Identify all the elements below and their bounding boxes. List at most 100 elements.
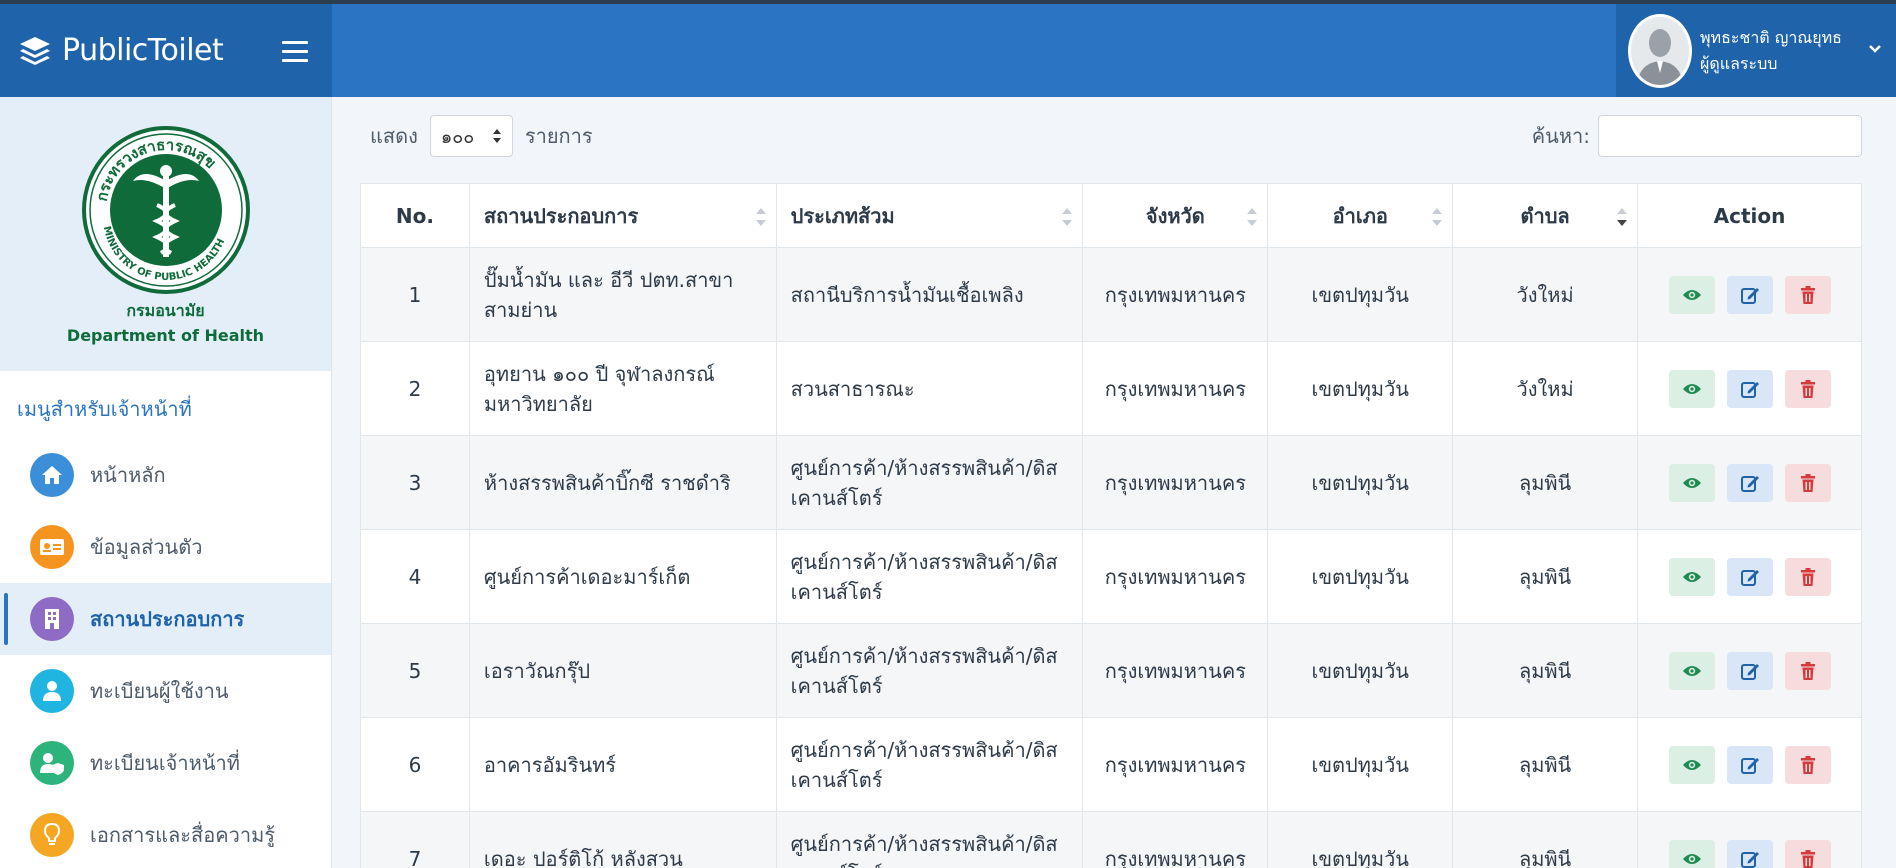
lightbulb-icon (30, 813, 74, 857)
column-header-subdistrict[interactable]: ตำบล (1452, 183, 1638, 248)
cell-subdistrict: ลุมพินี (1452, 717, 1638, 812)
view-button[interactable] (1668, 275, 1715, 314)
sidebar-item-home[interactable]: หน้าหลัก (0, 439, 331, 511)
trash-icon (1800, 473, 1815, 492)
edit-button[interactable] (1726, 463, 1773, 502)
cell-establishment: ห้างสรรพสินค้าบิ๊กซี ราชดำริ (468, 435, 777, 530)
cell-no: 5 (360, 623, 470, 718)
sidebar-item-label: ข้อมูลส่วนตัว (90, 535, 203, 559)
eye-icon (1682, 759, 1701, 770)
sidebar-item-label: ทะเบียนเจ้าหน้าที่ (90, 751, 240, 775)
cell-no: 3 (360, 435, 470, 530)
cell-actions (1637, 435, 1862, 530)
sort-icon (755, 208, 766, 226)
column-header-no[interactable]: No. (360, 183, 470, 248)
column-header-toilet-type[interactable]: ประเภทส้วม (775, 183, 1084, 248)
delete-button[interactable] (1784, 463, 1831, 502)
avatar (1628, 13, 1692, 88)
table-row: 7 เดอะ ปอร์ติโก้ หลังสวน ศูนย์การค้า/ห้า… (360, 811, 1862, 868)
edit-icon (1740, 663, 1759, 680)
establishments-table: No. สถานประกอบการ ประเภทส้วม จังหวัด อำเ… (360, 183, 1862, 868)
cell-district: เขตปทุมวัน (1267, 435, 1454, 530)
chevron-down-icon[interactable] (1868, 44, 1882, 54)
menu-toggle-icon[interactable] (282, 41, 308, 63)
cell-toilet-type: ศูนย์การค้า/ห้างสรรพสินค้า/ดิสเคานส์โตร์ (775, 811, 1084, 868)
cell-no: 4 (360, 529, 470, 624)
edit-button[interactable] (1726, 557, 1773, 596)
delete-button[interactable] (1784, 369, 1831, 408)
org-name-thai: กรมอนามัย (126, 301, 205, 320)
cell-province: กรุงเทพมหานคร (1082, 811, 1269, 868)
edit-button[interactable] (1726, 369, 1773, 408)
view-button[interactable] (1668, 651, 1715, 690)
sidebar-item-establishments[interactable]: สถานประกอบการ (0, 583, 331, 655)
column-header-district[interactable]: อำเภอ (1267, 183, 1454, 248)
cell-subdistrict: ลุมพินี (1452, 623, 1638, 718)
delete-button[interactable] (1784, 275, 1831, 314)
delete-button[interactable] (1784, 839, 1831, 868)
trash-icon (1800, 849, 1815, 868)
sidebar-item-staff[interactable]: ทะเบียนเจ้าหน้าที่ (0, 727, 331, 799)
table-row: 4 ศูนย์การค้าเดอะมาร์เก็ต ศูนย์การค้า/ห้… (360, 529, 1862, 624)
cell-toilet-type: ศูนย์การค้า/ห้างสรรพสินค้า/ดิสเคานส์โตร์ (775, 529, 1084, 624)
view-button[interactable] (1668, 369, 1715, 408)
sort-desc-icon (1617, 208, 1627, 226)
cell-district: เขตปทุมวัน (1267, 529, 1454, 624)
page-length-control: แสดง ๑๐๐ รายการ (370, 115, 593, 157)
sidebar-item-label: ทะเบียนผู้ใช้งาน (90, 679, 229, 703)
main-content: แสดง ๑๐๐ รายการ ค้นหา: No. สถานประกอบการ… (332, 97, 1896, 868)
sidebar-item-profile[interactable]: ข้อมูลส่วนตัว (0, 511, 331, 583)
view-button[interactable] (1668, 557, 1715, 596)
column-header-action: Action (1637, 183, 1862, 248)
view-button[interactable] (1668, 839, 1715, 868)
eye-icon (1682, 289, 1701, 300)
cell-province: กรุงเทพมหานคร (1082, 623, 1269, 718)
edit-button[interactable] (1726, 745, 1773, 784)
cell-no: 6 (360, 717, 470, 812)
search-control: ค้นหา: (1532, 115, 1862, 157)
user-avatar-icon (1631, 16, 1689, 85)
table-header-row: No. สถานประกอบการ ประเภทส้วม จังหวัด อำเ… (360, 183, 1862, 248)
sidebar-item-documents[interactable]: เอกสารและสื่อความรู้ (0, 799, 331, 868)
trash-icon (1800, 285, 1815, 304)
cell-province: กรุงเทพมหานคร (1082, 717, 1269, 812)
sort-icon (1062, 208, 1073, 226)
top-navbar: พุทธะชาติ ญาณยุทธ ผู้ดูแลระบบ (332, 4, 1896, 97)
view-button[interactable] (1668, 463, 1715, 502)
org-header: กระทรวงสาธารณสุข MINISTRY OF PUBLIC HEAL… (0, 97, 331, 371)
edit-button[interactable] (1726, 651, 1773, 690)
search-label: ค้นหา: (1531, 124, 1590, 148)
view-button[interactable] (1668, 745, 1715, 784)
edit-button[interactable] (1726, 839, 1773, 868)
cell-toilet-type: ศูนย์การค้า/ห้างสรรพสินค้า/ดิสเคานส์โตร์ (775, 435, 1084, 530)
eye-icon (1682, 383, 1701, 394)
home-icon (30, 453, 74, 497)
cell-establishment: เอราวัณกรุ๊ป (468, 623, 777, 718)
edit-button[interactable] (1726, 275, 1773, 314)
cell-subdistrict: วังใหม่ (1452, 341, 1638, 436)
cell-province: กรุงเทพมหานคร (1082, 435, 1269, 530)
cell-establishment: ปั๊มน้ำมัน และ อีวี ปตท.สาขาสามย่าน (468, 247, 777, 342)
user-menu[interactable]: พุทธะชาติ ญาณยุทธ ผู้ดูแลระบบ (1616, 4, 1896, 97)
search-input[interactable] (1598, 115, 1862, 157)
id-card-icon (30, 525, 74, 569)
table-row: 2 อุทยาน ๑๐๐ ปี จุฬาลงกรณ์มหาวิทยาลัย สว… (360, 341, 1862, 436)
sort-icon (1247, 208, 1258, 226)
table-row: 1 ปั๊มน้ำมัน และ อีวี ปตท.สาขาสามย่าน สถ… (360, 247, 1862, 342)
sidebar-item-label: สถานประกอบการ (90, 607, 245, 631)
sidebar-item-users[interactable]: ทะเบียนผู้ใช้งาน (0, 655, 331, 727)
brand-bar: PublicToilet (0, 4, 332, 97)
delete-button[interactable] (1784, 557, 1831, 596)
edit-icon (1740, 381, 1759, 398)
cell-toilet-type: สวนสาธารณะ (775, 341, 1084, 436)
cell-toilet-type: ศูนย์การค้า/ห้างสรรพสินค้า/ดิสเคานส์โตร์ (775, 623, 1084, 718)
delete-button[interactable] (1784, 745, 1831, 784)
user-name: พุทธะชาติ ญาณยุทธ (1700, 27, 1842, 47)
column-header-establishment[interactable]: สถานประกอบการ (468, 183, 777, 248)
cell-establishment: อาคารอัมรินทร์ (468, 717, 777, 812)
entries-label: รายการ (524, 124, 593, 148)
column-header-province[interactable]: จังหวัด (1082, 183, 1269, 248)
brand-name: PublicToilet (62, 33, 224, 68)
delete-button[interactable] (1784, 651, 1831, 690)
page-length-select[interactable]: ๑๐๐ (429, 115, 513, 157)
